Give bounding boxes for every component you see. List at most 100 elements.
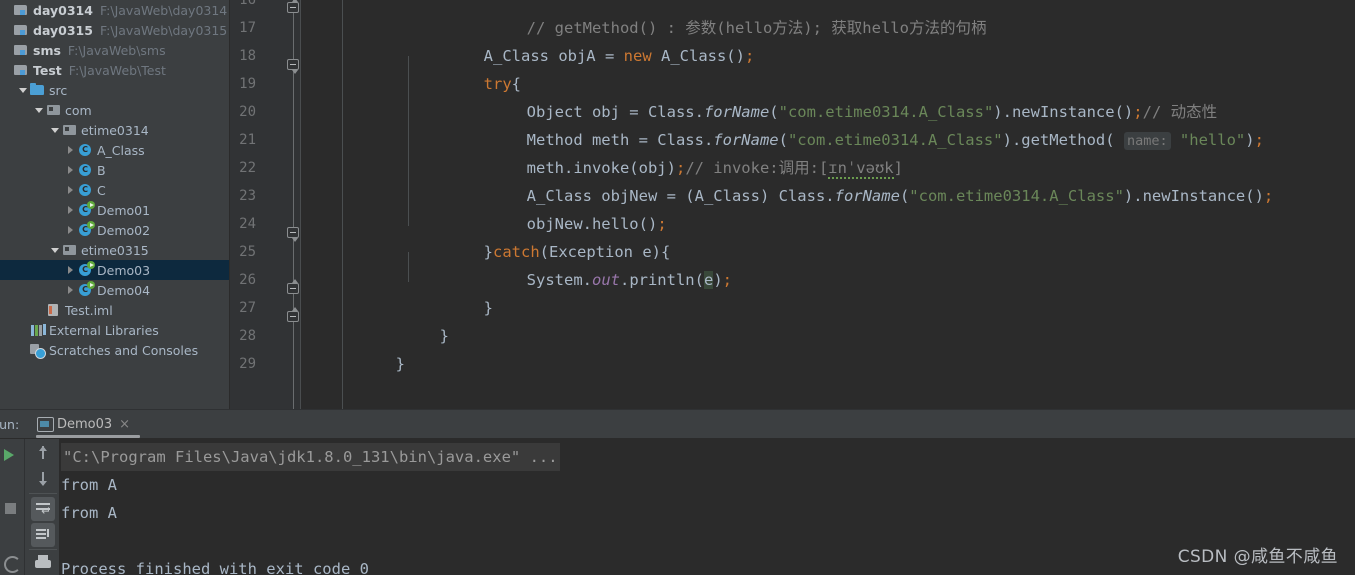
- line-number-26: 26: [239, 272, 256, 288]
- fold-marker-24[interactable]: [287, 227, 300, 242]
- rerun-failed-button[interactable]: [0, 549, 23, 575]
- tree-item-demo04[interactable]: Demo04: [0, 280, 230, 300]
- run-tab-demo03[interactable]: Demo03 ×: [33, 410, 141, 438]
- chevron-right-icon[interactable]: [64, 280, 77, 300]
- code-token-out-field: out: [591, 271, 620, 289]
- tree-item-label: day0314: [33, 2, 93, 18]
- tree-item-c[interactable]: C: [0, 180, 230, 200]
- tree-item-etime0314[interactable]: etime0314: [0, 120, 230, 140]
- tree-item-demo01[interactable]: Demo01: [0, 200, 230, 220]
- code-line-26[interactable]: }: [301, 266, 493, 317]
- tree-item-external-libraries[interactable]: External Libraries: [0, 320, 230, 340]
- chevron-down-icon[interactable]: [32, 100, 45, 120]
- tree-item-test-iml[interactable]: Test.iml: [0, 300, 230, 320]
- console-line-0: "C:\Program Files\Java\jdk1.8.0_131\bin\…: [61, 443, 560, 471]
- run-badge-icon: [87, 261, 95, 269]
- tree-item-test[interactable]: Test F:\JavaWeb\Test: [0, 60, 230, 80]
- print-button[interactable]: [31, 552, 55, 575]
- code-token-semicolon: ;: [1263, 187, 1274, 205]
- code-token-system: System.: [526, 271, 592, 289]
- java-runnable-class-icon: [77, 201, 95, 218]
- chevron-right-icon[interactable]: [64, 140, 77, 160]
- code-line-23[interactable]: objNew.hello();: [301, 182, 667, 233]
- rerun-button[interactable]: [0, 441, 23, 468]
- chevron-right-icon[interactable]: [64, 160, 77, 180]
- chevron-down-icon[interactable]: [16, 80, 29, 100]
- code-line-20[interactable]: Method meth = Class.forName("com.etime03…: [301, 98, 1264, 150]
- tree-item-label: C: [97, 182, 106, 198]
- run-tool-window: Run: Demo03 × "C:\Program Files\J: [0, 410, 1355, 575]
- scroll-to-end-button[interactable]: [31, 523, 55, 547]
- code-line-18[interactable]: try{: [301, 42, 521, 93]
- stop-button[interactable]: [0, 495, 23, 522]
- tree-item-label: src: [49, 82, 68, 98]
- tree-item-b[interactable]: B: [0, 160, 230, 180]
- line-number-19: 19: [239, 76, 256, 92]
- line-number-24: 24: [239, 216, 256, 232]
- sidebar-divider: [29, 549, 57, 550]
- java-class-icon: [77, 142, 94, 158]
- code-editor[interactable]: 16 17 18 19 20 21 22 23 24 25 26 27 28 29 // getMetho…: [230, 0, 1355, 410]
- code-token-new-keyword: new: [623, 47, 652, 65]
- tree-item-day0314[interactable]: day0314 F:\JavaWeb\day0314: [0, 0, 230, 20]
- scroll-up-button[interactable]: [31, 441, 55, 465]
- close-icon[interactable]: ×: [119, 417, 130, 432]
- line-number-21: 21: [239, 132, 256, 148]
- line-number-16: 16: [239, 0, 256, 8]
- ide-window: day0314 F:\JavaWeb\day0314 day0315 F:\JavaW…: [0, 0, 1355, 575]
- code-line-24[interactable]: }catch(Exception e){: [301, 210, 671, 261]
- chevron-down-icon[interactable]: [48, 120, 61, 140]
- code-line-16[interactable]: // getMethod() : 参数(hello方法); 获取hello方法的…: [301, 0, 987, 37]
- console-output[interactable]: "C:\Program Files\Java\jdk1.8.0_131\bin\…: [59, 439, 1355, 575]
- console-actions-sidebar[interactable]: [24, 439, 59, 575]
- tree-item-sms[interactable]: sms F:\JavaWeb\sms: [0, 40, 230, 60]
- chevron-right-icon[interactable]: [64, 220, 77, 240]
- code-token-brace: }: [439, 327, 449, 345]
- tree-item-demo02[interactable]: Demo02: [0, 220, 230, 240]
- fold-marker-16[interactable]: [287, 0, 300, 15]
- project-tool-window[interactable]: day0314 F:\JavaWeb\day0314 day0315 F:\JavaW…: [0, 0, 230, 410]
- code-line-17[interactable]: A_Class objA = new A_Class();: [301, 14, 755, 65]
- tree-item-label: etime0315: [81, 242, 149, 258]
- chevron-right-icon[interactable]: [64, 180, 77, 200]
- code-line-22[interactable]: A_Class objNew = (A_Class) Class.forName…: [301, 154, 1274, 205]
- code-token-var: objA: [548, 47, 605, 65]
- source-folder-icon: [29, 82, 46, 98]
- code-token-paren-close: ): [713, 271, 723, 289]
- code-line-27[interactable]: }: [301, 294, 449, 345]
- tree-item-label: sms: [33, 42, 61, 58]
- soft-wrap-button[interactable]: [31, 497, 55, 521]
- code-token-paren-close: ): [1245, 131, 1255, 149]
- tree-item-src[interactable]: src: [0, 80, 230, 100]
- tree-item-scratches-and-consoles[interactable]: Scratches and Consoles: [0, 340, 230, 360]
- java-class-icon: [77, 182, 94, 198]
- tree-item-etime0315[interactable]: etime0315: [0, 240, 230, 260]
- code-line-28[interactable]: }: [301, 322, 405, 373]
- fold-marker-27[interactable]: [287, 307, 300, 324]
- code-line-25[interactable]: System.out.println(e);: [301, 238, 732, 289]
- fold-marker-18[interactable]: [287, 59, 300, 74]
- tree-item-day0315[interactable]: day0315 F:\JavaWeb\day0315: [0, 20, 230, 40]
- tree-item-com[interactable]: com: [0, 100, 230, 120]
- fold-marker-26[interactable]: [287, 279, 300, 296]
- chevron-right-icon[interactable]: [64, 260, 77, 280]
- scroll-down-button[interactable]: [31, 467, 55, 491]
- console-line-4: Process finished with exit code 0: [61, 560, 369, 575]
- scratches-icon: [29, 342, 46, 359]
- tree-item-label: com: [65, 102, 92, 118]
- tree-item-demo03[interactable]: Demo03: [0, 260, 230, 280]
- editor-gutter[interactable]: 16 17 18 19 20 21 22 23 24 25 26 27 28 29: [230, 0, 300, 410]
- external-libraries-icon: [29, 322, 46, 338]
- run-actions-toolbar[interactable]: [0, 439, 23, 575]
- line-number-17: 17: [239, 20, 256, 36]
- code-line-21[interactable]: meth.invoke(obj);// invoke:调用:[ɪnˈvəʊk]: [301, 126, 903, 179]
- chevron-down-icon[interactable]: [48, 240, 61, 260]
- package-folder-icon: [45, 102, 62, 118]
- code-line-19[interactable]: Object obj = Class.forName("com.etime031…: [301, 70, 1217, 121]
- console-line-2: from A: [61, 504, 117, 522]
- tree-item-a-class[interactable]: A_Class: [0, 140, 230, 160]
- code-text-area[interactable]: // getMethod() : 参数(hello方法); 获取hello方法的…: [301, 0, 1355, 410]
- chevron-right-icon[interactable]: [64, 200, 77, 220]
